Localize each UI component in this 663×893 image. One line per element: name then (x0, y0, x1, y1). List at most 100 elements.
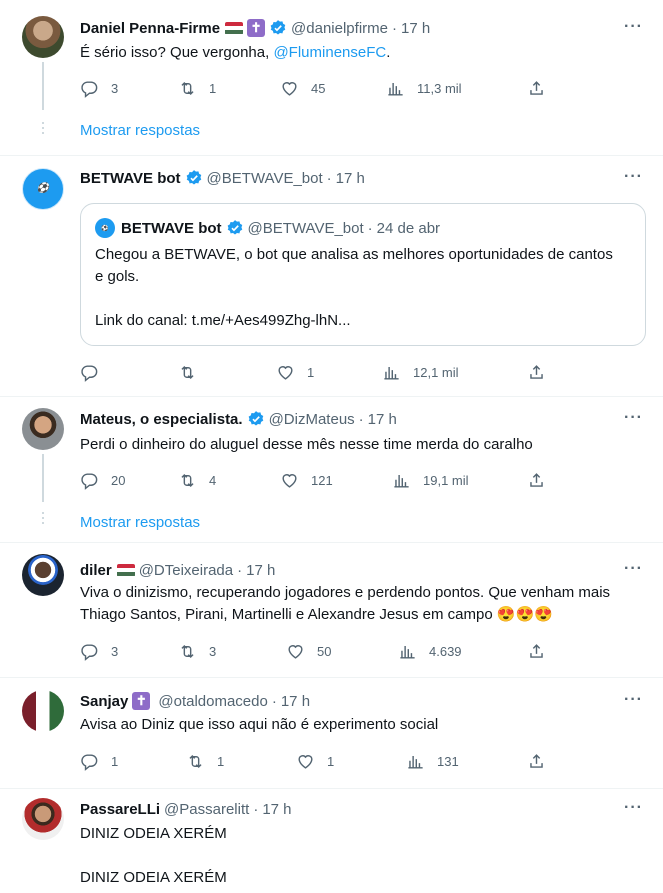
tweet-1[interactable]: Daniel Penna-Firme ✝ @danielpfirme · 17 … (0, 0, 663, 156)
timestamp[interactable]: 17 h (336, 170, 365, 187)
timestamp[interactable]: 17 h (246, 562, 275, 579)
retweet-icon (178, 79, 197, 98)
retweet-icon (178, 471, 197, 490)
tweet-6[interactable]: PassareLLi @Passarelitt · 17 h ··· DINIZ… (0, 788, 663, 893)
betwave-logo-icon: ⚽ (36, 183, 50, 194)
retweet-button[interactable]: 1 (186, 751, 224, 771)
tweet-5[interactable]: Sanjay ✝ @otaldomacedo · 17 h ··· Avisa … (0, 677, 663, 789)
views-button[interactable]: 4.639 (398, 641, 462, 661)
more-options-icon[interactable]: ··· (624, 168, 643, 186)
tweet-header: diler @DTeixeirada · 17 h (80, 560, 275, 580)
reply-button[interactable] (80, 362, 111, 382)
like-button[interactable]: 45 (280, 78, 325, 98)
tweet-actions: 1 12,1 mil (80, 362, 550, 382)
author-handle[interactable]: @otaldomacedo (158, 693, 267, 710)
show-replies-link[interactable]: Mostrar respostas (80, 514, 200, 531)
mention-link[interactable]: @FluminenseFC (273, 44, 386, 61)
show-replies-link[interactable]: Mostrar respostas (80, 122, 200, 139)
verified-icon (185, 169, 203, 187)
avatar[interactable] (22, 690, 64, 732)
quoted-tweet[interactable]: ⚽ BETWAVE bot @BETWAVE_bot · 24 de abr C… (80, 203, 646, 346)
retweet-icon (178, 642, 197, 661)
views-count: 131 (437, 753, 459, 769)
retweet-button[interactable]: 4 (178, 470, 216, 490)
views-button[interactable]: 12,1 mil (382, 362, 459, 382)
avatar[interactable] (22, 798, 64, 840)
share-button[interactable] (527, 751, 546, 771)
reply-button[interactable]: 1 (80, 751, 118, 771)
avatar[interactable]: ⚽ (22, 168, 64, 210)
like-count: 1 (327, 753, 335, 769)
share-button[interactable] (527, 641, 546, 661)
share-icon (527, 79, 546, 98)
author-name[interactable]: Daniel Penna-Firme (80, 20, 220, 37)
retweet-button[interactable]: 3 (178, 641, 216, 661)
avatar[interactable] (22, 554, 64, 596)
author-name[interactable]: BETWAVE bot (80, 170, 181, 187)
quote-author-name: BETWAVE bot (121, 219, 222, 237)
separator: · (367, 219, 373, 237)
author-name[interactable]: diler (80, 562, 112, 579)
tweet-2[interactable]: ⚽ BETWAVE bot @BETWAVE_bot · 17 h ··· ⚽ … (0, 155, 663, 397)
author-name[interactable]: PassareLLi (80, 801, 160, 818)
views-button[interactable]: 131 (406, 751, 459, 771)
more-options-icon[interactable]: ··· (624, 409, 643, 427)
avatar[interactable] (22, 408, 64, 450)
verified-icon (269, 19, 287, 37)
like-button[interactable]: 50 (286, 641, 331, 661)
reply-button[interactable]: 3 (80, 78, 118, 98)
author-handle[interactable]: @DTeixeirada (139, 562, 233, 579)
like-button[interactable]: 1 (276, 362, 314, 382)
text-part: . (386, 44, 391, 61)
retweet-button[interactable] (178, 362, 209, 382)
reply-count: 3 (111, 643, 119, 659)
views-count: 4.639 (429, 643, 462, 659)
author-handle[interactable]: @Passarelitt (164, 801, 249, 818)
author-handle[interactable]: @DizMateus (269, 411, 355, 428)
tweet-actions: 20 4 121 19,1 mil (80, 470, 550, 490)
reply-icon (80, 752, 99, 771)
like-icon (286, 642, 305, 661)
like-count: 121 (311, 472, 333, 488)
share-button[interactable] (527, 362, 546, 382)
reply-button[interactable]: 3 (80, 641, 118, 661)
author-handle[interactable]: @BETWAVE_bot (207, 170, 323, 187)
share-button[interactable] (527, 78, 546, 98)
tweet-header: Sanjay ✝ @otaldomacedo · 17 h (80, 691, 310, 711)
verified-icon (247, 410, 265, 428)
timestamp[interactable]: 17 h (368, 411, 397, 428)
share-button[interactable] (527, 470, 546, 490)
like-icon (276, 363, 295, 382)
more-options-icon[interactable]: ··· (624, 560, 643, 578)
retweet-count: 4 (209, 472, 217, 488)
like-icon (296, 752, 315, 771)
views-button[interactable]: 19,1 mil (392, 470, 469, 490)
like-count: 1 (307, 364, 315, 380)
tweet-header: BETWAVE bot @BETWAVE_bot · 17 h (80, 168, 365, 188)
retweet-icon (186, 752, 205, 771)
quote-avatar: ⚽ (95, 218, 115, 238)
tweet-4[interactable]: diler @DTeixeirada · 17 h ··· Viva o din… (0, 542, 663, 678)
reply-button[interactable]: 20 (80, 470, 125, 490)
avatar[interactable] (22, 16, 64, 58)
like-button[interactable]: 121 (280, 470, 333, 490)
more-options-icon[interactable]: ··· (624, 691, 643, 709)
more-options-icon[interactable]: ··· (624, 18, 643, 36)
tweet-3[interactable]: Mateus, o especialista. @DizMateus · 17 … (0, 396, 663, 543)
like-button[interactable]: 1 (296, 751, 334, 771)
retweet-button[interactable]: 1 (178, 78, 216, 98)
timestamp[interactable]: 17 h (401, 20, 430, 37)
tweet-actions: 3 1 45 11,3 mil (80, 78, 550, 98)
author-name[interactable]: Mateus, o especialista. (80, 411, 243, 428)
timestamp[interactable]: 17 h (281, 693, 310, 710)
views-button[interactable]: 11,3 mil (386, 78, 462, 98)
author-name[interactable]: Sanjay (80, 693, 128, 710)
share-icon (527, 642, 546, 661)
author-handle[interactable]: @danielpfirme (291, 20, 388, 37)
more-options-icon[interactable]: ··· (624, 799, 643, 817)
views-icon (398, 642, 417, 661)
timestamp[interactable]: 17 h (262, 801, 291, 818)
separator: · (253, 800, 259, 818)
text-part: É sério isso? Que vergonha, (80, 44, 274, 61)
reply-count: 3 (111, 80, 119, 96)
